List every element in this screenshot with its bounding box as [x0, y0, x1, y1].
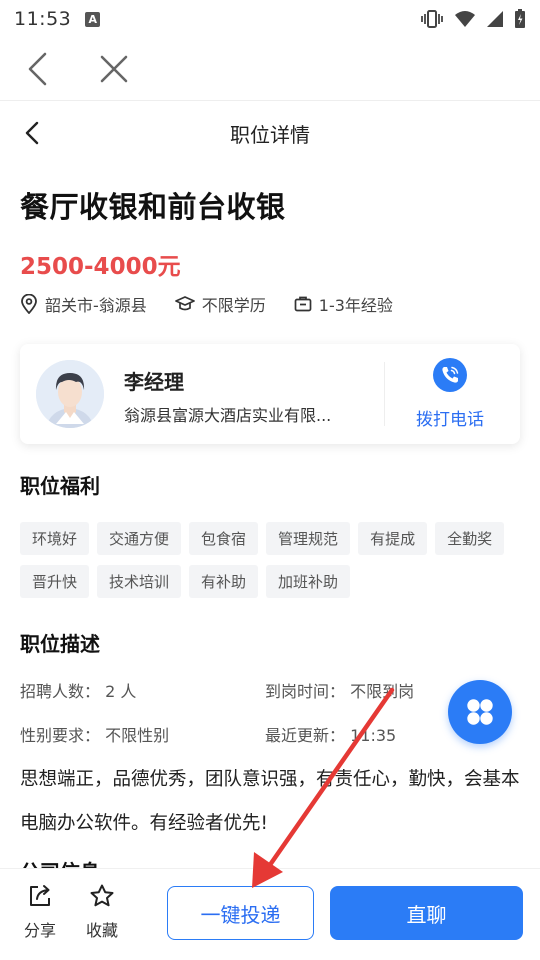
back-icon[interactable]	[20, 51, 56, 87]
recruiter-company: 翁源县富源大酒店实业有限...	[124, 406, 332, 425]
favorite-label: 收藏	[85, 921, 118, 940]
webview-toolbar	[0, 38, 540, 100]
job-title: 餐厅收银和前台收银	[20, 190, 286, 224]
meta-education: 不限学历	[174, 292, 266, 316]
benefit-tag: 环境好	[20, 522, 90, 555]
call-phone-button[interactable]: 拨打电话	[400, 358, 500, 430]
one-click-apply-button[interactable]: 一键投递	[167, 886, 314, 940]
vibrate-icon	[421, 10, 443, 28]
graduation-cap-icon	[174, 296, 195, 311]
benefit-tag: 技术培训	[97, 565, 182, 598]
benefit-tag: 晋升快	[20, 565, 90, 598]
benefit-tag: 有补助	[189, 565, 259, 598]
phone-icon	[433, 358, 467, 392]
avatar	[36, 360, 104, 428]
briefcase-icon	[294, 296, 312, 312]
experience-text: 1-3年经验	[318, 296, 393, 315]
meta-experience: 1-3年经验	[294, 292, 393, 316]
favorite-button[interactable]: 收藏	[80, 883, 124, 941]
location-pin-icon	[21, 294, 37, 314]
share-icon	[30, 885, 50, 906]
star-icon	[90, 884, 114, 907]
status-icons	[420, 9, 526, 29]
location-text: 韶关市-翁源县	[45, 296, 147, 315]
bottom-action-bar: 分享 收藏 一键投递 直聊	[0, 868, 540, 960]
signal-icon	[487, 11, 503, 27]
apps-grid-icon	[467, 699, 493, 725]
updated-text: 最近更新： 11:35	[265, 726, 397, 745]
apps-fab-button[interactable]	[448, 680, 512, 744]
benefit-tag: 交通方便	[97, 522, 182, 555]
page-back-icon[interactable]	[14, 115, 50, 151]
wifi-icon	[455, 11, 475, 27]
gender-text: 性别要求： 不限性别	[20, 726, 170, 745]
job-meta: 韶关市-翁源县 不限学历 1-3年经验	[20, 292, 421, 316]
direct-chat-button[interactable]: 直聊	[330, 886, 523, 940]
benefit-tag: 包食宿	[189, 522, 259, 555]
benefit-tag: 全勤奖	[435, 522, 505, 555]
close-icon[interactable]	[96, 51, 132, 87]
start-time-text: 到岗时间： 不限到岗	[265, 682, 415, 701]
description-text: 思想端正，品德优秀，团队意识强，有责任心，勤快，会基本电脑办公软件。有经验者优先…	[20, 769, 520, 834]
benefits-title: 职位福利	[20, 474, 100, 498]
card-separator	[384, 362, 385, 426]
share-button[interactable]: 分享	[18, 883, 62, 941]
benefit-tag: 有提成	[358, 522, 428, 555]
benefit-tags: 环境好 交通方便 包食宿 管理规范 有提成 全勤奖晋升快 技术培训 有补助 加班补助	[20, 522, 520, 598]
description-title: 职位描述	[20, 632, 100, 656]
recruiter-name: 李经理	[124, 370, 184, 394]
share-label: 分享	[23, 921, 56, 940]
education-text: 不限学历	[201, 296, 266, 315]
status-time: 11:53	[14, 8, 72, 30]
call-phone-label: 拨打电话	[416, 410, 484, 430]
headcount-text: 招聘人数： 2 人	[20, 682, 137, 701]
battery-icon	[515, 9, 525, 28]
salary: 2500-4000元	[20, 254, 181, 280]
page-header: 职位详情	[0, 101, 540, 165]
recruiter-card: 李经理 翁源县富源大酒店实业有限... 拨打电话	[20, 344, 520, 444]
benefit-tag: 管理规范	[266, 522, 351, 555]
status-bar: 11:53 A	[0, 0, 540, 38]
meta-location: 韶关市-翁源县	[20, 292, 147, 316]
benefit-tag: 加班补助	[266, 565, 351, 598]
page-title: 职位详情	[230, 122, 310, 147]
notification-icon: A	[85, 11, 101, 27]
